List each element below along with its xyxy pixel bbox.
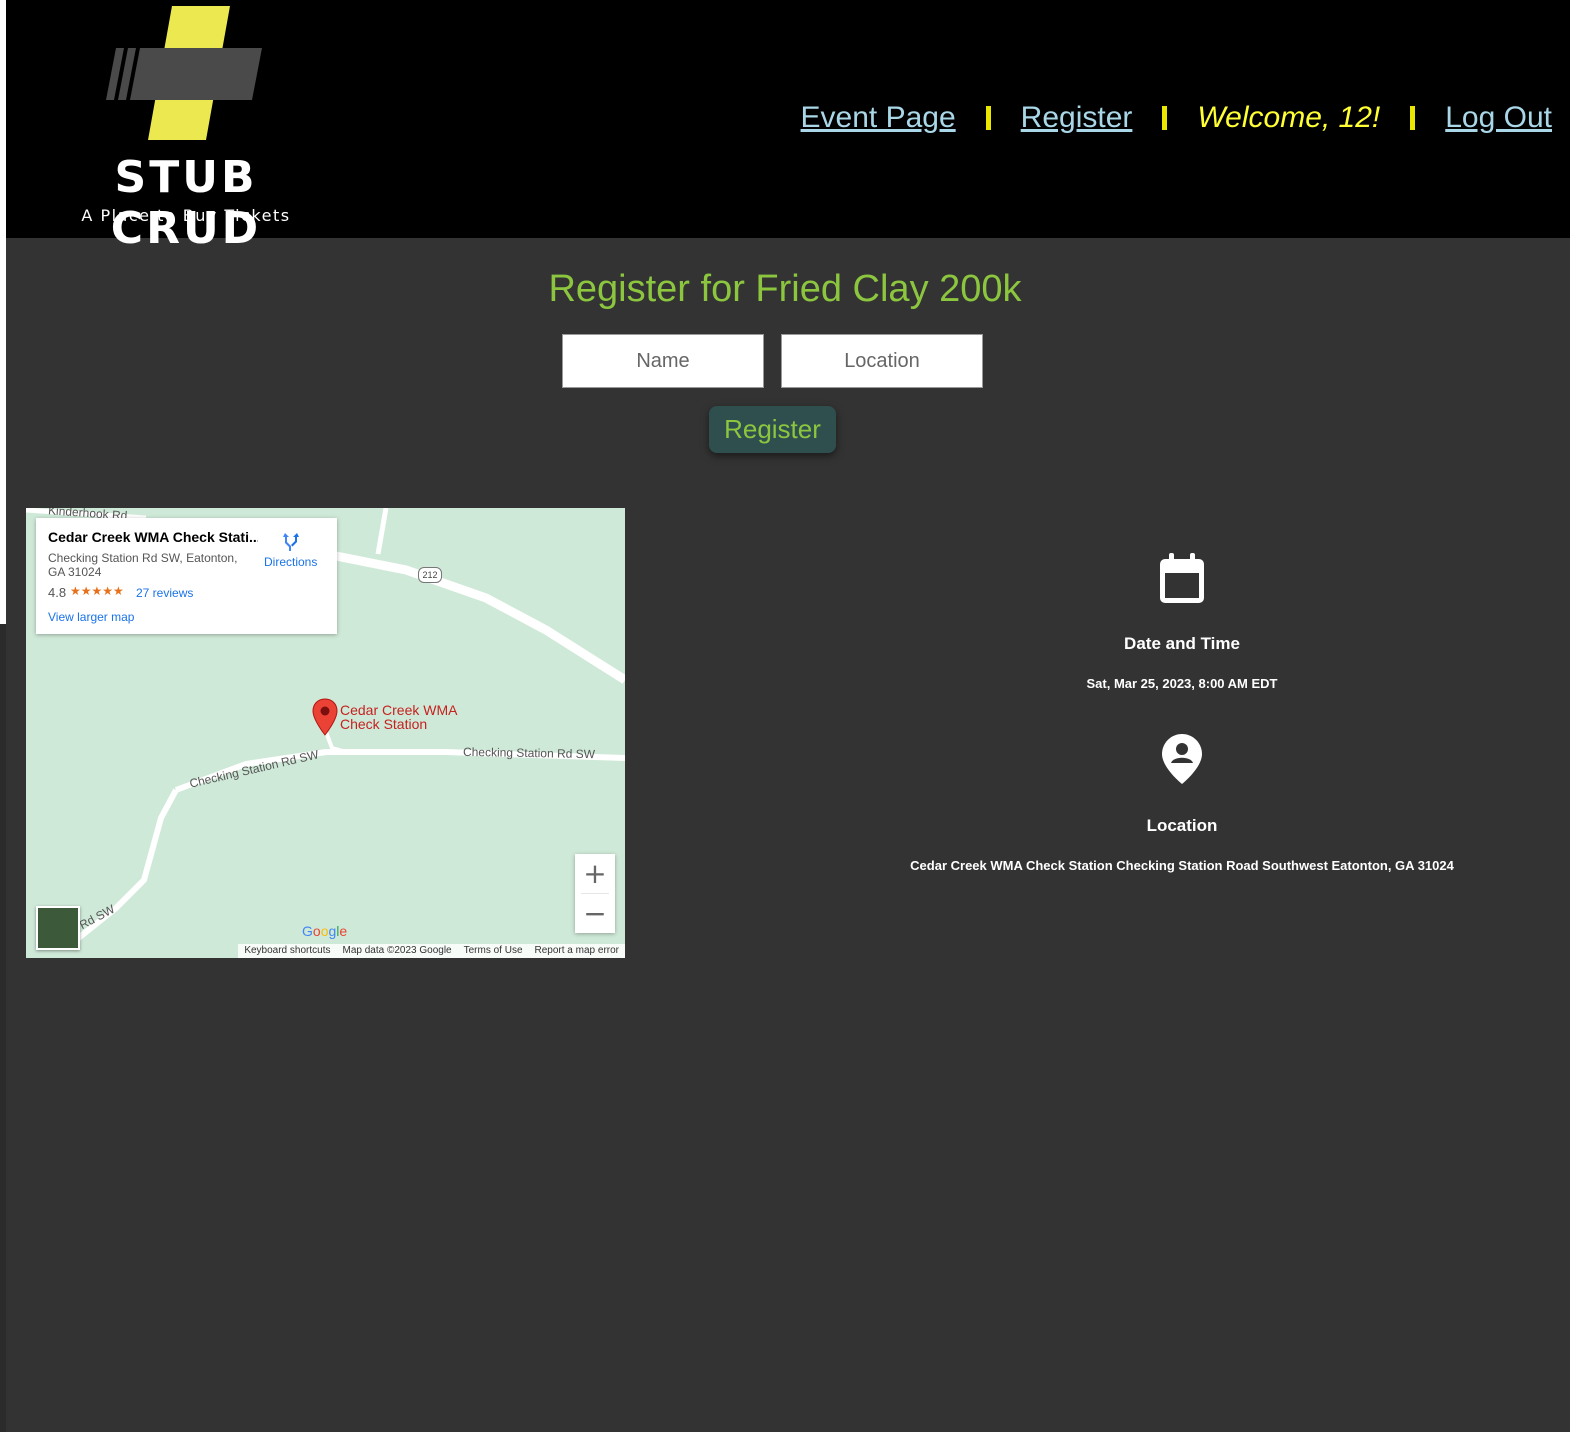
place-rating: 4.8 [48, 585, 67, 600]
datetime-heading: Date and Time [1124, 634, 1240, 653]
map-footer: Keyboard shortcuts Map data ©2023 Google… [238, 944, 625, 958]
calendar-icon [1160, 553, 1204, 603]
zoom-out-button[interactable]: − [575, 894, 615, 933]
directions-icon[interactable] [279, 530, 303, 554]
satellite-toggle[interactable] [36, 906, 80, 950]
nav-separator [985, 106, 991, 130]
road-label: Checking Station Rd SW [462, 744, 596, 762]
map-marker-icon[interactable] [312, 698, 338, 736]
zoom-in-button[interactable]: + [575, 854, 615, 893]
nav-separator [1162, 106, 1168, 130]
datetime-section: Date and Time Sat, Mar 25, 2023, 8:00 AM… [800, 553, 1564, 691]
location-section: Location Cedar Creek WMA Check Station C… [800, 733, 1564, 873]
place-title: Cedar Creek WMA Check Stati... [48, 529, 258, 545]
directions-link[interactable]: Directions [264, 555, 317, 569]
nav-register-link[interactable]: Register [1021, 101, 1133, 135]
marker-label: Cedar Creek WMA Check Station [340, 702, 458, 732]
welcome-message: Welcome, 12! [1197, 101, 1381, 134]
register-button[interactable]: Register [709, 406, 836, 453]
highway-shield: 212 [418, 567, 442, 583]
location-value: Cedar Creek WMA Check Station Checking S… [910, 858, 1454, 873]
map-data-attribution: Map data ©2023 Google [342, 945, 452, 956]
nav-event-page-link[interactable]: Event Page [801, 101, 956, 135]
rating-stars-icon: ★★★★★ [70, 584, 124, 598]
keyboard-shortcuts-link[interactable]: Keyboard shortcuts [244, 944, 330, 958]
location-pin-icon [1162, 734, 1202, 784]
location-input[interactable] [781, 334, 983, 388]
reviews-link[interactable]: 27 reviews [136, 586, 193, 600]
view-larger-map-link[interactable]: View larger map [48, 610, 134, 624]
place-info-card: Cedar Creek WMA Check Stati... Checking … [36, 518, 337, 634]
location-heading: Location [1146, 816, 1218, 835]
main-nav: Event Page Register Welcome, 12! Log Out [801, 98, 1552, 138]
page-title: Register for Fried Clay 200k [548, 268, 1022, 310]
zoom-controls: + − [575, 854, 615, 933]
site-header: STUB CRUD A Place to Buy Tickets Event P… [6, 0, 1570, 254]
report-map-error-link[interactable]: Report a map error [535, 944, 619, 958]
terms-link[interactable]: Terms of Use [464, 944, 523, 958]
datetime-value: Sat, Mar 25, 2023, 8:00 AM EDT [1086, 676, 1278, 691]
embedded-map[interactable]: Kinderhook Rd 212 Checking Station Rd SW… [26, 508, 625, 958]
nav-logout-link[interactable]: Log Out [1445, 101, 1552, 135]
place-address: Checking Station Rd SW, Eatonton, GA 310… [48, 551, 238, 579]
name-input[interactable] [562, 334, 764, 388]
logo-wordmark: STUB CRUD [110, 152, 262, 254]
nav-separator [1410, 106, 1416, 130]
logo-tagline: A Place to Buy Tickets [81, 206, 291, 225]
google-logo: Google [302, 923, 348, 939]
